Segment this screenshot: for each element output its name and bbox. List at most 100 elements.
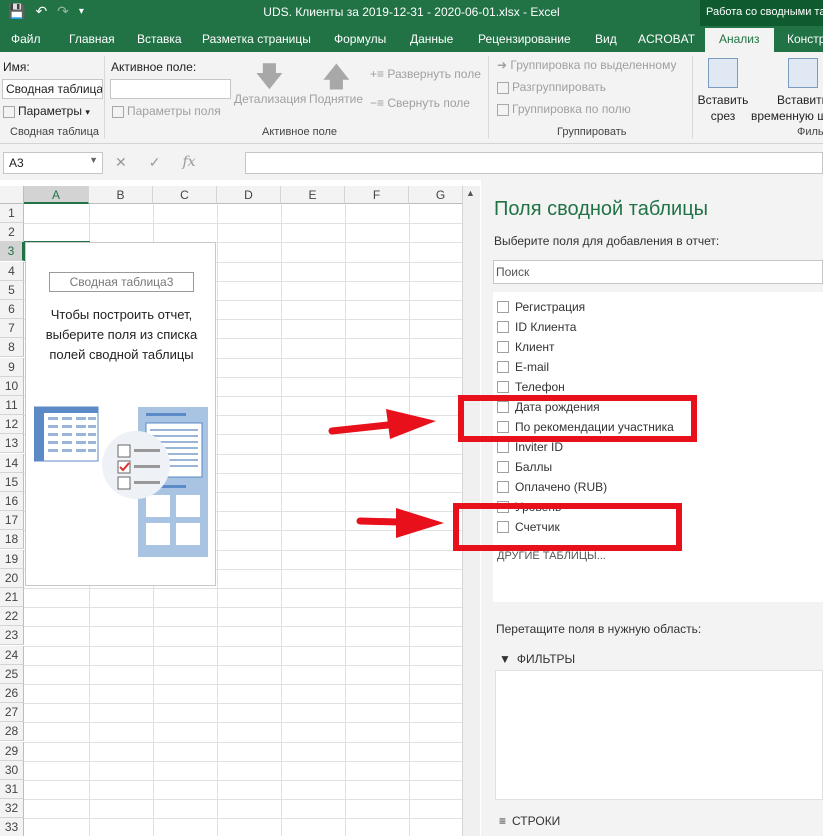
column-header[interactable]: B <box>89 186 153 204</box>
column-header[interactable]: C <box>153 186 217 204</box>
row-header[interactable]: 33 <box>0 818 24 836</box>
field-item[interactable]: Регистрация <box>497 298 585 316</box>
slicer-icon <box>708 58 738 88</box>
tab-file[interactable]: Файл <box>11 32 41 46</box>
expand-field-button[interactable]: +≡ Развернуть поле <box>370 67 481 81</box>
row-header[interactable]: 5 <box>0 280 24 300</box>
column-header[interactable]: A <box>24 186 89 204</box>
row-header[interactable]: 10 <box>0 376 24 396</box>
insert-timeline-button[interactable]: Вставить временную ш <box>751 92 823 124</box>
row-header[interactable]: 15 <box>0 472 24 492</box>
checkbox[interactable] <box>497 461 509 473</box>
group-label-pivot: Сводная таблица <box>10 126 99 138</box>
row-header[interactable]: 26 <box>0 684 24 703</box>
checkbox[interactable] <box>497 441 509 453</box>
pivot-name-input[interactable]: Сводная таблица3 <box>2 79 103 99</box>
check-icon[interactable]: ✓ <box>149 154 161 171</box>
row-header[interactable]: 28 <box>0 722 24 742</box>
row-header[interactable]: 29 <box>0 741 24 761</box>
row-header[interactable]: 17 <box>0 511 24 531</box>
annotation-box-recommendation <box>458 395 697 442</box>
row-header[interactable]: 8 <box>0 338 24 358</box>
ribbon-tabs: Файл Главная Вставка Разметка страницы Ф… <box>0 26 823 52</box>
drill-up-button[interactable]: Поднятие <box>309 92 363 106</box>
row-header[interactable]: 11 <box>0 396 24 415</box>
row-header[interactable]: 1 <box>0 204 24 223</box>
column-header[interactable]: F <box>345 186 409 204</box>
field-item[interactable]: Баллы <box>497 458 552 476</box>
row-header[interactable]: 23 <box>0 626 24 646</box>
ungroup-button[interactable]: Разгруппировать <box>497 80 606 94</box>
pivot-table-hint: Чтобы построить отчет, выберите поля из … <box>45 307 198 362</box>
row-header[interactable]: 21 <box>0 588 24 607</box>
row-header[interactable]: 7 <box>0 319 24 339</box>
scroll-up-icon[interactable]: ▲ <box>466 188 475 198</box>
tab-data[interactable]: Данные <box>410 32 453 46</box>
select-all-corner[interactable] <box>0 186 24 204</box>
row-header[interactable]: 25 <box>0 664 24 684</box>
insert-slicer-button[interactable]: Вставить срез <box>697 92 749 124</box>
row-header[interactable]: 6 <box>0 300 24 319</box>
annotation-box-counter <box>453 503 682 551</box>
row-header[interactable]: 24 <box>0 645 24 665</box>
row-header[interactable]: 18 <box>0 530 24 550</box>
row-header[interactable]: 3 <box>0 242 24 262</box>
tab-view[interactable]: Вид <box>595 32 617 46</box>
more-tables-link[interactable]: ДРУГИЕ ТАБЛИЦЫ... <box>497 550 606 562</box>
field-item[interactable]: Клиент <box>497 338 555 356</box>
checkbox[interactable] <box>497 361 509 373</box>
tab-page-layout[interactable]: Разметка страницы <box>202 32 311 46</box>
row-header[interactable]: 19 <box>0 549 24 569</box>
tab-design[interactable]: Констр <box>787 32 823 46</box>
row-header[interactable]: 32 <box>0 799 24 819</box>
row-header[interactable]: 20 <box>0 568 24 588</box>
drill-down-button[interactable]: Детализация <box>234 92 306 106</box>
checkbox[interactable] <box>497 301 509 313</box>
row-header[interactable]: 2 <box>0 223 24 243</box>
row-header[interactable]: 9 <box>0 357 24 377</box>
field-item[interactable]: Телефон <box>497 378 565 396</box>
group-field-button[interactable]: Группировка по полю <box>497 102 631 116</box>
name-box[interactable]: A3 ▼ <box>3 152 103 174</box>
checkbox[interactable] <box>497 341 509 353</box>
row-header[interactable]: 30 <box>0 760 24 780</box>
tab-home[interactable]: Главная <box>69 32 115 46</box>
checkbox[interactable] <box>497 321 509 333</box>
pivot-illustration-icon <box>34 406 208 557</box>
row-header[interactable]: 4 <box>0 261 24 281</box>
active-field-input[interactable] <box>110 79 231 99</box>
row-header[interactable]: 13 <box>0 434 24 454</box>
field-settings-button[interactable]: Параметры поля <box>112 104 221 118</box>
field-item[interactable]: E-mail <box>497 358 549 376</box>
function-icon[interactable]: fx <box>182 154 195 171</box>
pane-title: Поля сводной таблицы <box>494 198 709 220</box>
row-header[interactable]: 27 <box>0 703 24 723</box>
column-header[interactable]: D <box>217 186 281 204</box>
column-header[interactable]: E <box>281 186 345 204</box>
column-header[interactable]: G <box>409 186 462 204</box>
row-header[interactable]: 14 <box>0 453 24 473</box>
row-header[interactable]: 31 <box>0 780 24 799</box>
tab-insert[interactable]: Вставка <box>137 32 182 46</box>
filters-drop-area[interactable] <box>495 670 823 800</box>
cancel-icon[interactable]: ✕ <box>115 154 127 171</box>
field-item[interactable]: ID Клиента <box>497 318 576 336</box>
arrow-right-icon: ➜ <box>497 58 508 72</box>
tab-formulas[interactable]: Формулы <box>334 32 386 46</box>
row-header[interactable]: 22 <box>0 607 24 627</box>
field-search-input[interactable]: Поиск <box>493 260 823 284</box>
row-header[interactable]: 12 <box>0 415 24 435</box>
collapse-field-button[interactable]: −≡ Свернуть поле <box>370 96 470 110</box>
field-item[interactable]: Оплачено (RUB) <box>497 478 607 496</box>
tab-analyze[interactable]: Анализ <box>705 28 774 52</box>
checkbox[interactable] <box>497 381 509 393</box>
row-header[interactable]: 16 <box>0 492 24 511</box>
pivot-table-placeholder[interactable]: Сводная таблица3 Чтобы построить отчет, … <box>25 242 216 586</box>
tab-review[interactable]: Рецензирование <box>478 32 571 46</box>
formula-input[interactable] <box>245 152 823 174</box>
pivot-options-button[interactable]: Параметры ▾ <box>3 104 90 118</box>
tab-acrobat[interactable]: ACROBAT <box>638 32 695 46</box>
checkbox[interactable] <box>497 481 509 493</box>
title-bar: 💾 ↶ ↷ ▾ UDS. Клиенты за 2019-12-31 - 202… <box>0 0 823 26</box>
group-selection-button[interactable]: ➜ Группировка по выделенному <box>497 58 676 72</box>
